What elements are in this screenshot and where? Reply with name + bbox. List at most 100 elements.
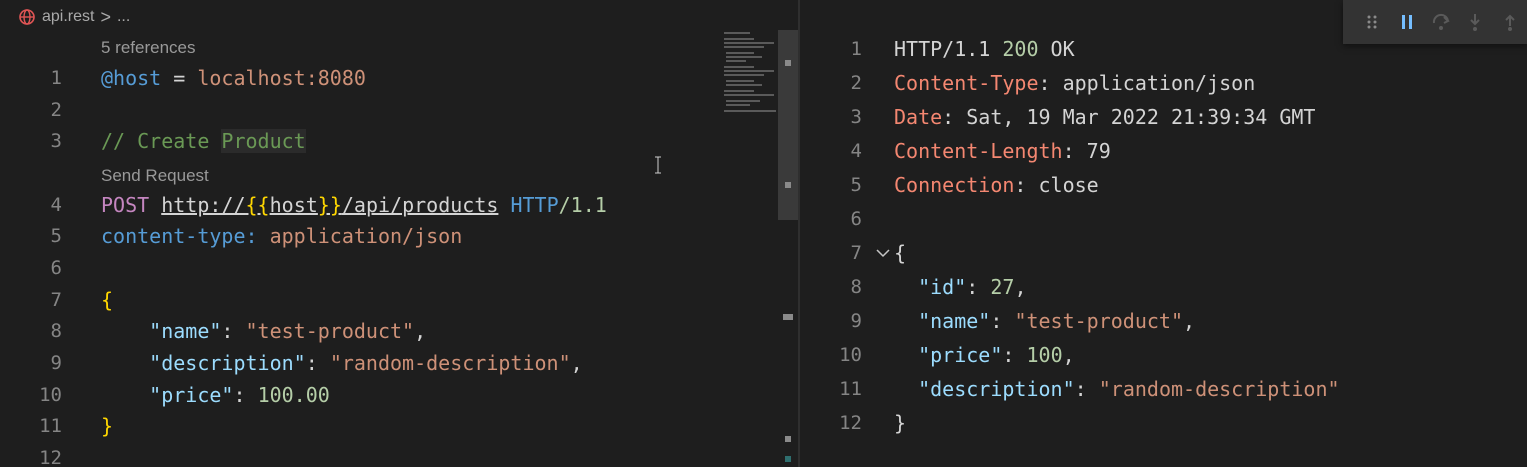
line-number: 2 (50, 99, 62, 121)
response-viewer[interactable]: 1 2 3 4 5 6 7 8 9 10 11 12 HTTP/1.1 200 … (800, 0, 1527, 467)
line-number: 9 (50, 352, 62, 374)
line-number: 4 (850, 140, 862, 162)
assign-operator: = (161, 66, 198, 90)
breadcrumb-file[interactable]: api.rest (42, 8, 94, 26)
code-line-11[interactable]: } (101, 414, 113, 438)
minimap-line (724, 32, 750, 34)
http-method: POST (101, 193, 150, 217)
code-line-5[interactable]: content-type: application/json (101, 224, 462, 248)
response-body-close[interactable]: } (894, 411, 906, 435)
line-number: 5 (50, 225, 62, 247)
response-header-value: : close (1014, 173, 1099, 197)
debug-toolbar (1343, 0, 1527, 44)
code-line-3[interactable]: // Create Product (101, 129, 306, 153)
brace-close: } (101, 414, 114, 438)
minimap[interactable] (722, 30, 780, 120)
step-out-button[interactable] (1493, 0, 1527, 44)
response-header-value: : application/json (1038, 71, 1256, 95)
line-number: 6 (850, 208, 862, 230)
minimap-line (726, 60, 746, 62)
brace-close: } (894, 411, 907, 435)
template-brace-open: {{ (245, 193, 270, 217)
response-body-open[interactable]: { (894, 241, 906, 265)
response-header[interactable]: Content-Type: application/json (894, 71, 1255, 95)
minimap-line (724, 42, 774, 44)
globe-icon (19, 9, 35, 25)
step-into-icon (1470, 14, 1481, 31)
minimap-line (726, 104, 750, 106)
code-line-4[interactable]: POST http://{{host}}/api/products HTTP/1… (101, 193, 607, 217)
references-codelens[interactable]: 5 references (101, 38, 196, 58)
code-line-9[interactable]: "description": "random-description", (101, 351, 583, 375)
response-header[interactable]: Content-Length: 79 (894, 139, 1111, 163)
request-editor[interactable]: api.rest > ... 5 references 1 2 3 4 5 6 … (0, 0, 798, 467)
step-out-icon (1505, 14, 1515, 31)
status-text: OK (1038, 37, 1075, 61)
step-into-button[interactable] (1458, 0, 1492, 44)
breadcrumb-more[interactable]: ... (117, 8, 130, 26)
comma: , (1183, 309, 1196, 333)
overview-ruler-mark (785, 436, 791, 442)
json-key: "id" (918, 275, 967, 299)
request-url[interactable]: http://{{host}}/api/products (161, 193, 498, 217)
minimap-line (724, 94, 774, 96)
line-number: 7 (850, 242, 862, 264)
line-number: 4 (50, 194, 62, 216)
response-header[interactable]: Connection: close (894, 173, 1099, 197)
protocol-version: /1.1 (558, 193, 607, 217)
json-value: 27 (990, 275, 1015, 299)
response-header[interactable]: Date: Sat, 19 Mar 2022 21:39:34 GMT (894, 105, 1315, 129)
vertical-scrollbar-thumb[interactable] (778, 30, 798, 220)
colon: : (221, 319, 246, 343)
line-number: 2 (850, 72, 862, 94)
breadcrumb: api.rest > ... (18, 6, 130, 28)
comma: , (1014, 275, 1027, 299)
code-line-7[interactable]: { (101, 288, 113, 312)
response-header-value: : Sat, 19 Mar 2022 21:39:34 GMT (942, 105, 1316, 129)
json-value: 100 (1026, 343, 1063, 367)
minimap-line (724, 66, 754, 68)
line-number: 8 (850, 276, 862, 298)
pause-button[interactable] (1389, 0, 1423, 44)
template-variable: host (269, 193, 318, 217)
colon: : (990, 309, 1015, 333)
json-value: "test-product" (1014, 309, 1184, 333)
json-key: "price" (918, 343, 1003, 367)
comma: , (414, 319, 427, 343)
minimap-line (726, 84, 762, 86)
minimap-line (726, 56, 762, 58)
header-value: application/json (257, 224, 463, 248)
minimap-line (726, 52, 754, 54)
response-body-line[interactable]: "description": "random-description" (894, 377, 1339, 401)
response-body-line[interactable]: "id": 27, (894, 275, 1027, 299)
template-brace-close: }} (317, 193, 342, 217)
code-line-1[interactable]: @host = localhost:8080 (101, 66, 366, 90)
chevron-down-icon[interactable] (874, 244, 892, 262)
step-over-icon (1433, 13, 1450, 30)
response-body-line[interactable]: "name": "test-product", (894, 309, 1195, 333)
json-value: 100.00 (257, 383, 330, 407)
colon: : (966, 275, 991, 299)
response-status-line[interactable]: HTTP/1.1 200 OK (894, 37, 1075, 61)
response-header-name: Content-Length (894, 139, 1063, 163)
line-number: 10 (839, 344, 862, 366)
drag-handle[interactable] (1355, 0, 1389, 44)
comma: , (1062, 343, 1075, 367)
variable-name: @host (101, 66, 162, 90)
code-line-10[interactable]: "price": 100.00 (101, 383, 330, 407)
variable-value: localhost:8080 (197, 66, 366, 90)
code-line-8[interactable]: "name": "test-product", (101, 319, 426, 343)
step-over-button[interactable] (1424, 0, 1458, 44)
response-body-line[interactable]: "price": 100, (894, 343, 1075, 367)
json-key: "name" (149, 319, 222, 343)
send-request-codelens[interactable]: Send Request (101, 166, 209, 186)
json-value: "random-description" (329, 351, 571, 375)
response-header-name: Content-Type (894, 71, 1039, 95)
response-header-name: Date (894, 105, 943, 129)
